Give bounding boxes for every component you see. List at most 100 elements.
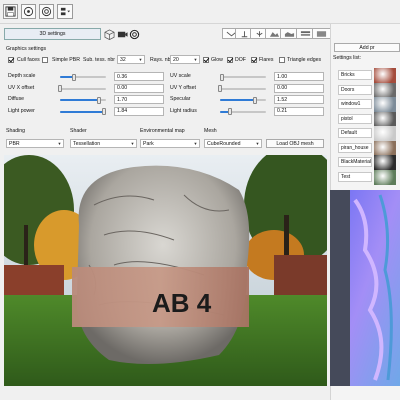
shader-label: Shader <box>70 128 87 134</box>
settings-list-item[interactable]: Bricks <box>338 70 372 80</box>
material-thumbnail <box>374 82 396 98</box>
camera-icon[interactable] <box>117 29 128 40</box>
simple-pbr-checkbox[interactable] <box>42 57 48 63</box>
material-thumbnail <box>374 126 396 141</box>
settings-list-item[interactable]: Default <box>338 128 372 138</box>
slider-fill <box>60 110 104 113</box>
dof-label: DOF <box>235 57 246 63</box>
viewport-render: AB 4 <box>4 155 327 386</box>
mesh-select[interactable]: CubeRounded ▼ <box>204 139 262 148</box>
material-thumbnail <box>374 68 396 83</box>
slider-value-field[interactable]: 0.00 <box>274 83 324 93</box>
settings-list-item[interactable]: BlackMaterial <box>338 157 372 167</box>
mesh-value: CubeRounded <box>207 140 241 147</box>
sub-tess-label: Sub. tess. nbr <box>83 57 116 63</box>
slider-value-field[interactable]: 1.70 <box>114 95 164 104</box>
chevron-down-icon: ▼ <box>193 57 198 62</box>
shader-value: Tessellation <box>73 140 101 147</box>
settings-list-label: Settings list: <box>333 55 361 61</box>
material-thumbnail <box>374 169 396 185</box>
chevron-down-icon: ▼ <box>130 141 135 146</box>
rays-value: 20 <box>173 56 179 63</box>
slider-value-field[interactable]: 0.00 <box>114 83 164 93</box>
chevron-down-icon: ▼ <box>138 57 143 62</box>
save-icon[interactable] <box>3 4 18 19</box>
tab-3d-settings[interactable]: 3D settings <box>4 28 101 40</box>
load-obj-button[interactable]: Load OBJ mesh <box>266 139 324 148</box>
material-thumbnail <box>374 155 396 170</box>
sub-tess-select[interactable]: 32 ▼ <box>117 55 145 64</box>
gear-icon[interactable] <box>39 4 54 19</box>
slider-value-field[interactable]: 1.84 <box>114 106 164 116</box>
settings-list-item[interactable]: Doors <box>338 84 372 95</box>
slider-fill <box>60 99 100 101</box>
simple-pbr-label: Simple PBR <box>52 57 80 63</box>
settings-list-item[interactable]: Test <box>338 171 372 182</box>
cube-view-icon[interactable] <box>104 29 115 40</box>
flares-checkbox[interactable] <box>251 57 257 63</box>
mesh-label: Mesh <box>204 128 217 134</box>
flares-label: Flares <box>259 57 274 63</box>
normal-map-preview <box>330 190 400 386</box>
triangle-edges-label: Triangle edges <box>287 57 322 63</box>
slider-thumb[interactable] <box>71 73 76 81</box>
slider-track[interactable] <box>60 87 106 90</box>
material-thumbnail <box>374 97 396 112</box>
stack-icon[interactable] <box>312 28 331 39</box>
slider-label: UV Y offset <box>170 84 196 91</box>
settings-list-item[interactable]: piran_house <box>338 142 372 153</box>
env-map-select[interactable]: Park ▼ <box>140 139 200 148</box>
slider-thumb[interactable] <box>101 108 106 115</box>
viewport-label-text: AB 4 <box>152 288 212 318</box>
settings-list-item[interactable]: pistol <box>338 113 372 124</box>
sub-tess-value: 32 <box>120 56 126 63</box>
slider-thumb[interactable] <box>227 108 232 115</box>
glow-checkbox[interactable] <box>203 57 209 63</box>
shading-value: PBR <box>9 140 20 147</box>
chevron-down-icon: ▼ <box>193 141 198 146</box>
rays-select[interactable]: 20 ▼ <box>170 55 200 64</box>
glow-label: Glow <box>211 57 223 63</box>
cull-faces-label: Cull faces <box>17 57 40 63</box>
slider-label: Light power <box>8 107 35 114</box>
shading-select[interactable]: PBR ▼ <box>6 139 64 148</box>
cull-faces-checkbox[interactable] <box>8 57 14 63</box>
slider-thumb[interactable] <box>58 85 62 92</box>
slider-track[interactable] <box>220 87 266 90</box>
slider-value-field[interactable]: 0.21 <box>274 106 324 116</box>
slider-value-field[interactable]: 1.00 <box>274 72 324 81</box>
slider-label: Light radius <box>170 107 197 114</box>
slider-label: UV scale <box>170 73 191 79</box>
settings-list-item[interactable]: window1 <box>338 99 372 109</box>
slider-thumb[interactable] <box>252 96 257 104</box>
triangle-edges-checkbox[interactable] <box>279 57 285 63</box>
env-map-label: Environmental map <box>140 128 185 134</box>
panel-dropdown-icon[interactable] <box>57 4 73 19</box>
rays-label: Rays. nbr <box>150 57 173 63</box>
chevron-down-icon: ▼ <box>57 141 62 146</box>
slider-track[interactable] <box>220 76 266 78</box>
slider-value-field[interactable]: 0.36 <box>114 72 164 81</box>
slider-thumb[interactable] <box>218 85 222 92</box>
shader-select[interactable]: Tessellation ▼ <box>70 139 137 148</box>
app-window: 3D settings Graphics settings Cull faces… <box>0 0 400 400</box>
slider-value-field[interactable]: 1.52 <box>274 95 324 104</box>
chevron-down-icon: ▼ <box>255 141 260 146</box>
material-thumbnail <box>374 140 396 156</box>
add-preset-button[interactable]: Add pr <box>334 43 400 52</box>
settings-icon[interactable] <box>21 4 36 19</box>
env-map-value: Park <box>143 140 154 147</box>
slider-thumb[interactable] <box>97 96 102 104</box>
slider-label: UV X offset <box>8 84 35 91</box>
slider-label: Diffuse <box>8 96 25 102</box>
slider-thumb[interactable] <box>220 73 225 81</box>
slider-fill <box>220 99 255 101</box>
slider-label: Depth scale <box>8 73 36 79</box>
shading-label: Shading <box>6 128 26 134</box>
material-thumbnail <box>374 111 396 127</box>
graphics-section-label: Graphics settings <box>6 46 47 52</box>
target-icon[interactable] <box>129 29 140 40</box>
slider-label: Specular <box>170 96 191 102</box>
dof-checkbox[interactable] <box>227 57 233 63</box>
3d-viewport[interactable]: AB 4 <box>4 155 327 386</box>
